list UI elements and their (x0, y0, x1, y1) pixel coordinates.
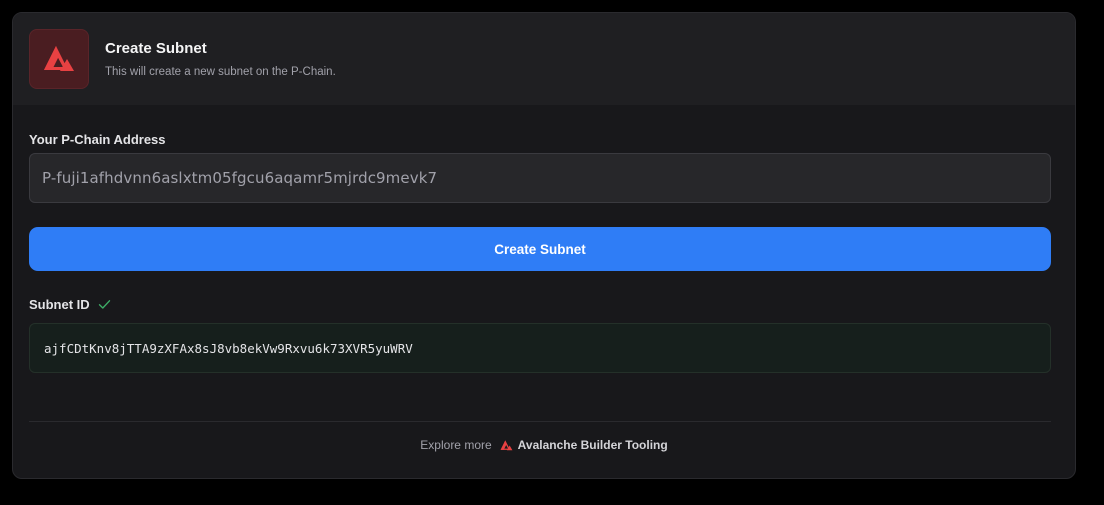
avalanche-small-logo-icon (500, 439, 513, 451)
avalanche-builder-tooling-link[interactable]: Avalanche Builder Tooling (518, 438, 668, 452)
p-chain-address-input[interactable]: P-fuji1afhdvnn6aslxtm05fgcu6aqamr5mjrdc9… (29, 153, 1051, 203)
footer: Explore more Avalanche Builder Tooling (13, 438, 1075, 452)
address-label: Your P-Chain Address (29, 132, 166, 147)
footer-explore-text: Explore more (420, 438, 492, 452)
footer-divider (29, 421, 1051, 422)
page-subtitle: This will create a new subnet on the P-C… (105, 66, 336, 78)
create-subnet-button[interactable]: Create Subnet (29, 227, 1051, 271)
subnet-id-label: Subnet ID (29, 297, 90, 312)
subnet-id-label-row: Subnet ID (29, 297, 111, 312)
page-title: Create Subnet (105, 40, 207, 57)
subnet-id-value[interactable]: ajfCDtKnv8jTTA9zXFAx8sJ8vb8ekVw9Rxvu6k73… (29, 323, 1051, 373)
create-subnet-card: Create Subnet This will create a new sub… (12, 12, 1076, 479)
card-header: Create Subnet This will create a new sub… (13, 13, 1075, 105)
check-icon (98, 299, 111, 310)
avalanche-logo-icon (44, 46, 74, 71)
logo-tile (29, 29, 89, 89)
